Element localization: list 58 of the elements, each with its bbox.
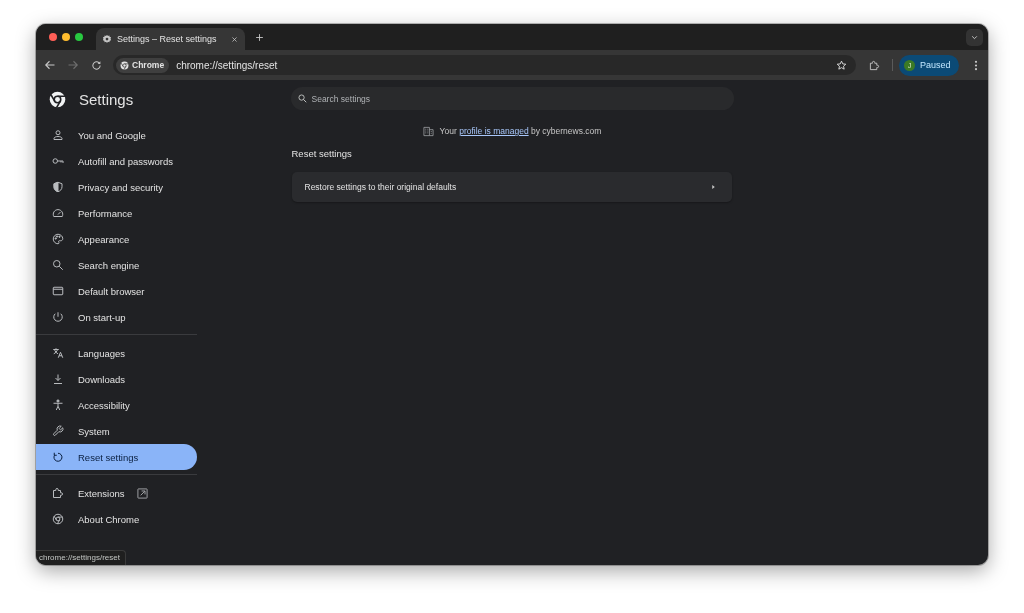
close-icon[interactable]	[231, 35, 238, 43]
restore-settings-row[interactable]: Restore settings to their original defaults	[291, 172, 732, 202]
gear-icon	[102, 34, 112, 44]
caret-right-icon	[711, 184, 715, 190]
back-arrow-icon[interactable]	[44, 59, 56, 71]
profile-managed-link[interactable]: profile is managed	[459, 126, 529, 136]
section-title: Reset settings	[291, 148, 353, 160]
accessibility-icon	[52, 399, 64, 411]
power-icon	[52, 311, 64, 323]
puzzle-icon	[52, 487, 64, 499]
wrench-icon	[52, 425, 64, 437]
reset-icon	[52, 451, 64, 463]
sidebar-item[interactable]: Appearance	[36, 226, 197, 252]
sidebar-item[interactable]: You and Google	[36, 122, 197, 148]
shield-icon	[52, 181, 64, 193]
browser-logo-icon	[120, 60, 129, 70]
search-icon	[297, 94, 307, 103]
close-window-icon[interactable]	[49, 33, 57, 41]
plus-icon[interactable]	[255, 32, 264, 42]
sidebar-item[interactable]: Default browser	[36, 278, 197, 304]
sidebar-item[interactable]: Autofill and passwords	[36, 148, 197, 174]
sidebar-item[interactable]: Extensions	[36, 480, 197, 506]
palette-icon	[52, 233, 64, 245]
gauge-icon	[52, 207, 64, 219]
sidebar-item[interactable]: Reset settings	[36, 444, 197, 470]
sidebar-item[interactable]: Downloads	[36, 366, 197, 392]
browser-window-icon	[52, 285, 64, 297]
search-field[interactable]: Search settings	[290, 87, 734, 110]
key-icon	[52, 155, 64, 167]
status-bubble: chrome://settings/reset	[36, 550, 126, 565]
browser-tab[interactable]: Settings – Reset settings	[96, 28, 245, 50]
translate-icon	[52, 347, 64, 359]
star-icon[interactable]	[836, 59, 847, 71]
url-text: chrome://settings/reset	[176, 59, 278, 71]
chevron-down-icon	[971, 33, 978, 41]
address-bar[interactable]: Chrome chrome://settings/reset	[113, 55, 856, 75]
menu-icon[interactable]	[974, 59, 978, 71]
managed-notice: Your profile is managed by cybernews.com	[439, 125, 602, 137]
sidebar-item[interactable]: Accessibility	[36, 392, 197, 418]
sidebar-item[interactable]: Languages	[36, 340, 197, 366]
browser-logo-icon	[49, 90, 66, 108]
settings-title: Settings	[79, 90, 134, 108]
reload-icon[interactable]	[91, 59, 102, 71]
download-icon	[52, 373, 64, 385]
sidebar-item[interactable]: Search engine	[36, 252, 197, 278]
building-icon	[422, 125, 434, 137]
minimize-window-icon[interactable]	[62, 33, 70, 41]
person-icon	[52, 129, 64, 141]
search-icon	[52, 259, 64, 271]
site-chip[interactable]: Chrome	[116, 57, 170, 73]
puzzle-icon[interactable]	[869, 59, 880, 71]
sidebar-item[interactable]: System	[36, 418, 197, 444]
sidebar-item[interactable]: Performance	[36, 200, 197, 226]
browser-logo-icon	[52, 513, 64, 525]
sidebar-item[interactable]: On start-up	[36, 304, 197, 330]
maximize-window-icon[interactable]	[75, 33, 83, 41]
sidebar-item[interactable]: Privacy and security	[36, 174, 197, 200]
sidebar-item[interactable]: About Chrome	[36, 506, 197, 532]
